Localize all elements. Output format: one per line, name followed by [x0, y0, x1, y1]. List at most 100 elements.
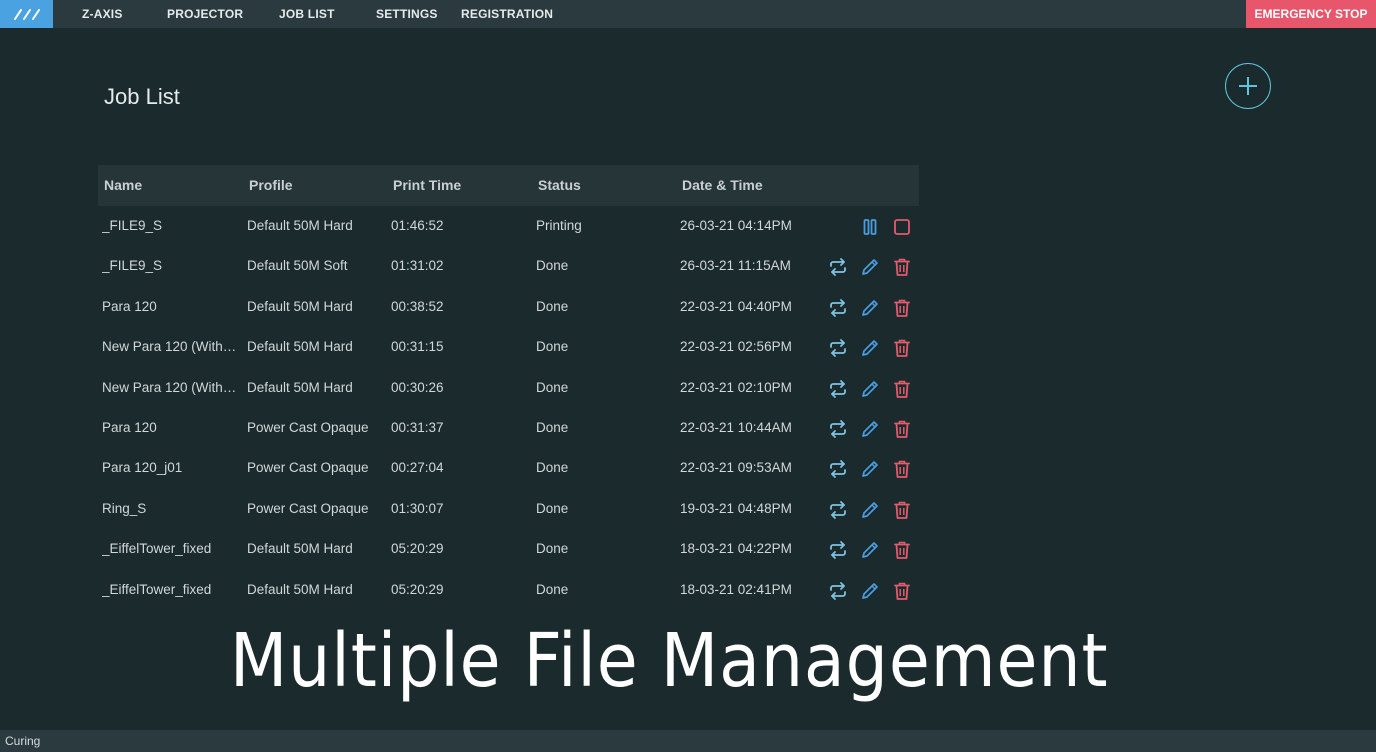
table-header-row: Name Profile Print Time Status Date & Ti… [98, 165, 919, 206]
repeat-icon [828, 338, 848, 358]
delete-icon [893, 338, 911, 358]
nav-item-job-list[interactable]: JOB LIST [279, 0, 335, 28]
status-bar: Curing [0, 730, 1376, 752]
repeat-icon [828, 459, 848, 479]
column-header-status[interactable]: Status [538, 165, 668, 206]
table-row[interactable]: Ring_S Power Cast Opaque 01:30:07 Done 19-03… [98, 489, 919, 529]
delete-button[interactable] [891, 580, 913, 602]
status-cell: Printing [536, 218, 582, 233]
page-title: Job List [104, 84, 180, 109]
date-time-cell: 18-03-21 02:41PM [680, 581, 792, 597]
reprint-button[interactable] [827, 539, 849, 561]
date-time-cell: 22-03-21 04:40PM [680, 298, 792, 314]
table-row[interactable]: Para 120 Power Cast Opaque 00:31:37 Done 22-… [98, 408, 919, 448]
status-cell: Done [536, 298, 569, 314]
column-header-name[interactable]: Name [104, 165, 244, 206]
status-cell: Done [536, 460, 569, 476]
delete-icon [893, 419, 911, 439]
table-row[interactable]: New Para 120 (Without... Default 50M Hard… [98, 327, 919, 367]
delete-button[interactable] [891, 539, 913, 561]
job-name-cell: _EiffelTower_fixed [102, 581, 212, 597]
delete-button[interactable] [891, 337, 913, 359]
repeat-icon [828, 298, 848, 318]
edit-icon [860, 540, 880, 560]
repeat-icon [828, 379, 848, 399]
edit-button[interactable] [859, 378, 881, 400]
repeat-icon [828, 419, 848, 439]
edit-button[interactable] [859, 337, 881, 359]
stop-button[interactable] [891, 216, 913, 238]
app-window: Z-AXIS PROJECTOR JOB LIST SETTINGS REGIS… [0, 0, 1376, 752]
repeat-icon [828, 257, 848, 277]
print-time-cell: 01:30:07 [391, 500, 444, 516]
profile-cell: Default 50M Hard [247, 581, 353, 597]
table-row[interactable]: _FILE9_S Default 50M Soft 01:31:02 Done 26-0… [98, 246, 919, 286]
status-cell: Done [536, 258, 569, 274]
edit-button[interactable] [859, 458, 881, 480]
table-row[interactable]: _EiffelTower_fixed Default 50M Hard 05:20:… [98, 529, 919, 569]
add-job-button[interactable] [1225, 63, 1271, 109]
nav-item-registration[interactable]: REGISTRATION [461, 0, 553, 28]
column-header-print-time[interactable]: Print Time [393, 165, 523, 206]
profile-cell: Power Cast Opaque [247, 460, 369, 476]
job-name-cell: New Para 120 (Without... [102, 339, 242, 355]
nav-item-z-axis[interactable]: Z-AXIS [82, 0, 123, 28]
edit-icon [860, 459, 880, 479]
delete-button[interactable] [891, 256, 913, 278]
table-row[interactable]: New Para 120 (Without... Default 50M Hard… [98, 368, 919, 408]
column-header-profile[interactable]: Profile [249, 165, 387, 206]
job-name-cell: Para 120 [102, 419, 157, 435]
edit-icon [860, 500, 880, 520]
table-row[interactable]: Para 120 Default 50M Hard 00:38:52 Done 22-0… [98, 287, 919, 327]
delete-button[interactable] [891, 418, 913, 440]
edit-button[interactable] [859, 499, 881, 521]
reprint-button[interactable] [827, 580, 849, 602]
date-time-cell: 22-03-21 10:44AM [680, 419, 792, 435]
reprint-button[interactable] [827, 378, 849, 400]
status-cell: Done [536, 379, 569, 395]
pause-icon [862, 218, 878, 236]
edit-icon [860, 419, 880, 439]
reprint-button[interactable] [827, 337, 849, 359]
delete-button[interactable] [891, 458, 913, 480]
profile-cell: Default 50M Hard [247, 298, 353, 314]
reprint-button[interactable] [827, 499, 849, 521]
print-time-cell: 00:38:52 [391, 298, 444, 314]
table-row[interactable]: _FILE9_S Default 50M Hard 01:46:52 Printing… [98, 206, 919, 246]
status-cell: Done [536, 419, 569, 435]
repeat-icon [828, 500, 848, 520]
edit-icon [860, 581, 880, 601]
table-row[interactable]: _EiffelTower_fixed Default 50M Hard 05:20:… [98, 570, 919, 610]
job-name-cell: _EiffelTower_fixed [102, 541, 212, 557]
reprint-button[interactable] [827, 418, 849, 440]
edit-button[interactable] [859, 580, 881, 602]
reprint-button[interactable] [827, 458, 849, 480]
edit-button[interactable] [859, 256, 881, 278]
nav-item-projector[interactable]: PROJECTOR [167, 0, 243, 28]
column-header-date-time[interactable]: Date & Time [682, 165, 822, 206]
edit-button[interactable] [859, 418, 881, 440]
reprint-button[interactable] [827, 297, 849, 319]
delete-button[interactable] [891, 297, 913, 319]
status-cell: Done [536, 339, 569, 355]
date-time-cell: 19-03-21 04:48PM [680, 500, 792, 516]
emergency-stop-button[interactable]: EMERGENCY STOP [1246, 0, 1376, 28]
print-time-cell: 00:31:15 [391, 339, 444, 355]
brand-slashes-icon[interactable] [0, 0, 53, 28]
delete-button[interactable] [891, 378, 913, 400]
job-name-cell: _FILE9_S [102, 218, 163, 233]
edit-icon [860, 338, 880, 358]
job-name-cell: _FILE9_S [102, 258, 163, 274]
nav-item-settings[interactable]: SETTINGS [376, 0, 438, 28]
pause-button[interactable] [859, 216, 881, 238]
delete-icon [893, 379, 911, 399]
job-table: Name Profile Print Time Status Date & Ti… [98, 165, 919, 610]
edit-button[interactable] [859, 539, 881, 561]
reprint-button[interactable] [827, 256, 849, 278]
repeat-icon [828, 540, 848, 560]
print-time-cell: 00:31:37 [391, 419, 444, 435]
table-row[interactable]: Para 120_j01 Power Cast Opaque 00:27:04 Don… [98, 448, 919, 488]
print-time-cell: 01:31:02 [391, 258, 444, 274]
edit-button[interactable] [859, 297, 881, 319]
delete-button[interactable] [891, 499, 913, 521]
